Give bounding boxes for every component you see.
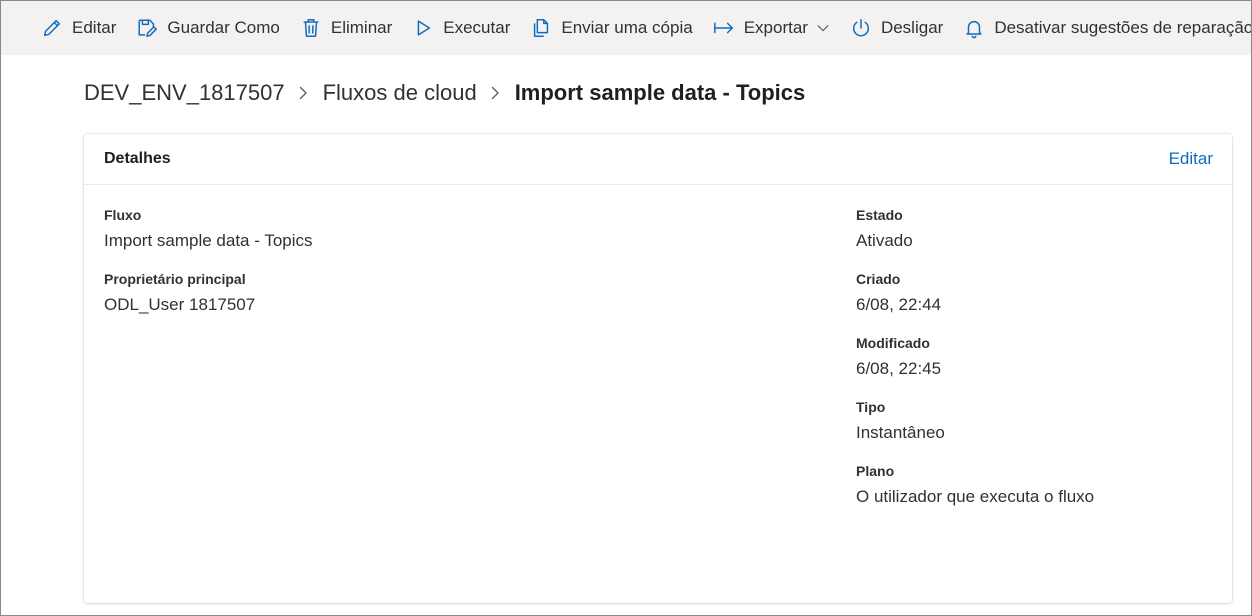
- delete-button-label: Eliminar: [330, 18, 393, 37]
- detail-field-modified: Modificado 6/08, 22:45: [856, 333, 1094, 382]
- save-as-button[interactable]: Guardar Como: [126, 1, 289, 55]
- edit-button[interactable]: Editar: [1, 1, 126, 55]
- export-button-label: Exportar: [743, 18, 808, 37]
- details-card-title: Detalhes: [104, 150, 171, 167]
- detail-label: Estado: [856, 207, 903, 223]
- details-left-column: Fluxo Import sample data - Topics Propri…: [104, 205, 313, 333]
- disable-suggestions-button[interactable]: Desativar sugestões de reparação: [953, 1, 1251, 55]
- detail-value: O utilizador que executa o fluxo: [856, 487, 1095, 506]
- run-button-label: Executar: [443, 18, 511, 37]
- detail-value: Instantâneo: [856, 423, 945, 442]
- breadcrumb: DEV_ENV_1817507 Fluxos de cloud Import s…: [84, 73, 805, 113]
- pencil-icon: [41, 17, 63, 39]
- detail-field-status: Estado Ativado: [856, 205, 1094, 254]
- disable-suggestions-button-label: Desativar sugestões de reparação: [994, 18, 1251, 37]
- detail-field-created: Criado 6/08, 22:44: [856, 269, 1094, 318]
- edit-button-label: Editar: [72, 18, 117, 37]
- save-as-icon: [136, 17, 158, 39]
- send-copy-button-label: Enviar uma cópia: [561, 18, 693, 37]
- details-card: Detalhes Editar Fluxo Import sample data…: [84, 134, 1232, 603]
- detail-label: Plano: [856, 463, 895, 479]
- detail-value: ODL_User 1817507: [104, 295, 256, 314]
- chevron-right-icon: [297, 86, 311, 100]
- detail-field-flow: Fluxo Import sample data - Topics: [104, 205, 313, 254]
- command-bar: Editar Guardar Como Eliminar Executar En…: [1, 1, 1251, 55]
- detail-value: Ativado: [856, 231, 913, 250]
- power-icon: [850, 17, 872, 39]
- page-title: Import sample data - Topics: [514, 80, 806, 105]
- detail-label: Tipo: [856, 399, 886, 415]
- play-icon: [412, 17, 434, 39]
- detail-field-type: Tipo Instantâneo: [856, 397, 1094, 446]
- copy-icon: [530, 17, 552, 39]
- detail-label: Criado: [856, 271, 901, 287]
- export-arrow-icon: [713, 17, 735, 39]
- details-right-column: Estado Ativado Criado 6/08, 22:44 Modifi…: [856, 205, 1094, 525]
- save-as-button-label: Guardar Como: [167, 18, 280, 37]
- breadcrumb-environment[interactable]: DEV_ENV_1817507: [84, 80, 285, 106]
- chevron-right-icon: [489, 86, 503, 100]
- bell-icon: [963, 17, 985, 39]
- details-edit-link[interactable]: Editar: [1169, 149, 1213, 169]
- chevron-down-icon: [816, 21, 830, 35]
- detail-field-owner: Proprietário principal ODL_User 1817507: [104, 269, 313, 318]
- turn-off-button-label: Desligar: [880, 18, 944, 37]
- turn-off-button[interactable]: Desligar: [840, 1, 953, 55]
- detail-value: Import sample data - Topics: [104, 231, 313, 250]
- export-menu-button[interactable]: Exportar: [703, 1, 840, 55]
- details-card-header: Detalhes Editar: [84, 134, 1232, 185]
- delete-button[interactable]: Eliminar: [290, 1, 402, 55]
- run-button[interactable]: Executar: [402, 1, 520, 55]
- detail-field-plan: Plano O utilizador que executa o fluxo: [856, 461, 1094, 510]
- send-copy-button[interactable]: Enviar uma cópia: [520, 1, 702, 55]
- detail-value: 6/08, 22:44: [856, 295, 942, 314]
- detail-label: Proprietário principal: [104, 271, 246, 287]
- detail-label: Fluxo: [104, 207, 142, 223]
- detail-value: 6/08, 22:45: [856, 359, 942, 378]
- breadcrumb-cloud-flows[interactable]: Fluxos de cloud: [323, 80, 477, 106]
- detail-label: Modificado: [856, 335, 930, 351]
- app-window: Editar Guardar Como Eliminar Executar En…: [0, 0, 1252, 616]
- trash-icon: [300, 17, 322, 39]
